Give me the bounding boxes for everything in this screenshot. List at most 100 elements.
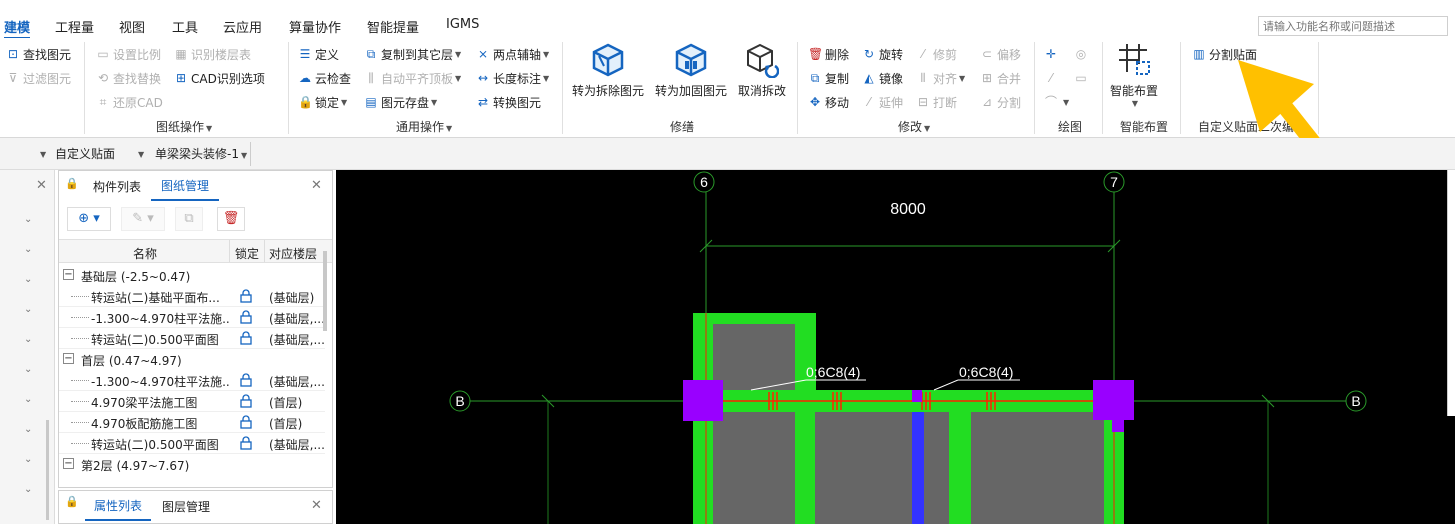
chevron-down-icon[interactable]: ⌄	[24, 394, 32, 405]
cloud-check-button[interactable]: ☁ 云检查	[298, 68, 351, 88]
lock-icon[interactable]	[239, 373, 255, 387]
column-left[interactable]	[683, 380, 723, 421]
set-scale-button[interactable]: ▭ 设置比例	[96, 44, 161, 64]
find-replace-button[interactable]: ⟲ 查找替换	[96, 68, 161, 88]
close-icon[interactable]: ✕	[311, 498, 322, 513]
tab-view[interactable]: 视图	[119, 17, 145, 37]
scrollbar[interactable]	[323, 251, 327, 331]
table-row[interactable]: 4.970梁平法施工图 (首层)	[59, 391, 325, 412]
rotate-button[interactable]: ↻ 旋转	[862, 44, 903, 64]
tree-group[interactable]: − 第2层 (4.97~7.67)	[59, 454, 325, 475]
split-button[interactable]: ⊿ 分割	[980, 92, 1021, 112]
identify-floor-table-button[interactable]: ▦ 识别楼层表	[174, 44, 251, 64]
tab-modeling[interactable]: 建模	[4, 17, 31, 40]
pin-icon[interactable]: 🔒	[65, 177, 79, 190]
copy-button[interactable]: ⧉ 复制	[808, 68, 849, 88]
trim-button[interactable]: ⁄ 修剪	[916, 44, 957, 64]
slab-middle[interactable]	[815, 412, 949, 524]
table-row[interactable]: 转运站(二)0.500平面图 (基础层,...	[59, 433, 325, 454]
rect-draw-button[interactable]: ▭	[1074, 68, 1091, 88]
move-button[interactable]: ✥ 移动	[808, 92, 849, 112]
lock-icon[interactable]	[239, 289, 255, 303]
merge-button[interactable]: ⊞ 合并	[980, 68, 1021, 88]
lock-icon[interactable]	[239, 331, 255, 345]
smart-layout-button[interactable]: 智能布置 ▼	[1110, 42, 1158, 108]
lock-icon[interactable]	[239, 415, 255, 429]
two-point-axis-button[interactable]: ⨯ 两点辅轴 ▼	[476, 44, 549, 64]
blue-beam[interactable]	[912, 412, 924, 524]
delete-drawing-button[interactable]: 🗑	[217, 207, 245, 231]
group-label-modify[interactable]: 修改 ▼	[898, 118, 930, 135]
close-icon[interactable]: ✕	[36, 178, 47, 193]
chevron-down-icon[interactable]: ▼	[40, 150, 46, 168]
arc-draw-button[interactable]: ⌒ ▼	[1044, 92, 1069, 112]
line-draw-button[interactable]: ⁄	[1044, 68, 1061, 88]
column-right[interactable]	[1093, 380, 1134, 420]
copy-drawing-button[interactable]: ⧉	[175, 207, 203, 231]
filter-element-button[interactable]: ⊽ 过滤图元	[6, 68, 71, 88]
slab-left-lower[interactable]	[713, 412, 795, 524]
group-label-drawing-ops[interactable]: 图纸操作 ▼	[156, 118, 212, 135]
slab-right[interactable]	[971, 412, 1104, 524]
cancel-demolish-button[interactable]: 取消拆改	[738, 42, 786, 99]
chevron-down-icon[interactable]: ▼	[138, 150, 144, 168]
table-row[interactable]: -1.300~4.970柱平法施... (基础层,...	[59, 307, 325, 328]
break-button[interactable]: ⊟ 打断	[916, 92, 957, 112]
cad-canvas[interactable]: 6 7 B B 8000 0;6C8(4) 0;6C8(4)	[336, 170, 1455, 524]
scrollbar[interactable]	[46, 420, 49, 520]
tab-cloud-app[interactable]: 云应用	[223, 17, 262, 37]
table-row[interactable]: -1.300~4.970柱平法施... (基础层,...	[59, 370, 325, 391]
chevron-down-icon[interactable]: ⌄	[24, 364, 32, 375]
table-row[interactable]: 转运站(二)基础平面布... (基础层)	[59, 286, 325, 307]
tab-quantity[interactable]: 工程量	[55, 17, 94, 37]
offset-button[interactable]: ⊂ 偏移	[980, 44, 1021, 64]
cad-drawing[interactable]: 6 7 B B 8000 0;6C8(4) 0;6C8(4)	[336, 170, 1455, 524]
collapse-icon[interactable]: −	[63, 353, 74, 364]
to-reinforce-button[interactable]: 转为加固图元	[655, 42, 727, 99]
find-element-button[interactable]: ⊡ 查找图元	[6, 44, 71, 64]
tab-smart-extract[interactable]: 智能提量	[367, 17, 419, 37]
pin-icon[interactable]: 🔒	[65, 495, 79, 508]
auto-align-slab-button[interactable]: ⫼ 自动平齐顶板 ▼	[364, 68, 461, 88]
tab-igms[interactable]: IGMS	[446, 17, 479, 37]
element-save-button[interactable]: ▤ 图元存盘 ▼	[364, 92, 437, 112]
group-label-common-ops[interactable]: 通用操作 ▼	[396, 118, 452, 135]
to-demolish-button[interactable]: 转为拆除图元	[572, 42, 644, 99]
beam-vertical-2[interactable]	[949, 412, 971, 524]
define-button[interactable]: ☰ 定义	[298, 44, 339, 64]
point-draw-button[interactable]: ✛	[1044, 44, 1061, 64]
beam-vertical-1[interactable]	[795, 412, 815, 524]
extend-button[interactable]: ⁄ 延伸	[862, 92, 903, 112]
collapse-icon[interactable]: −	[63, 269, 74, 280]
chevron-down-icon[interactable]: ⌄	[24, 454, 32, 465]
chevron-down-icon[interactable]: ⌄	[24, 244, 32, 255]
purple-marker[interactable]	[912, 390, 922, 402]
element-name-dropdown[interactable]: 单梁梁头装修-1 ▼	[155, 145, 247, 163]
lock-icon[interactable]	[239, 310, 255, 324]
tab-component-list[interactable]: 构件列表	[85, 171, 149, 201]
chevron-down-icon[interactable]: ⌄	[24, 214, 32, 225]
lock-button[interactable]: 🔒 锁定 ▼	[298, 92, 347, 112]
mirror-button[interactable]: ◭ 镜像	[862, 68, 903, 88]
column-right-tab[interactable]	[1112, 420, 1124, 432]
element-type-dropdown[interactable]: 自定义贴面	[55, 145, 115, 163]
tab-tools[interactable]: 工具	[172, 17, 198, 37]
copy-to-other-floor-button[interactable]: ⧉ 复制到其它层 ▼	[364, 44, 461, 64]
align-button[interactable]: ⫴ 对齐 ▼	[916, 68, 965, 88]
close-icon[interactable]: ✕	[311, 178, 322, 193]
restore-cad-button[interactable]: ⌗ 还原CAD	[96, 92, 163, 112]
circle-draw-button[interactable]: ◎	[1074, 44, 1091, 64]
chevron-down-icon[interactable]: ⌄	[24, 334, 32, 345]
chevron-down-icon[interactable]: ⌄	[24, 304, 32, 315]
cad-identify-options-button[interactable]: ⊞ CAD识别选项	[174, 68, 265, 88]
lock-icon[interactable]	[239, 394, 255, 408]
chevron-down-icon[interactable]: ⌄	[24, 274, 32, 285]
lock-icon[interactable]	[239, 436, 255, 450]
chevron-down-icon[interactable]: ⌄	[24, 484, 32, 495]
table-row[interactable]: 转运站(二)0.500平面图 (基础层,...	[59, 328, 325, 349]
tab-collaboration[interactable]: 算量协作	[289, 17, 341, 37]
tab-property-list[interactable]: 属性列表	[85, 491, 151, 521]
tab-drawing-management[interactable]: 图纸管理	[151, 171, 219, 201]
table-row[interactable]: 4.970板配筋施工图 (首层)	[59, 412, 325, 433]
length-dimension-button[interactable]: ↔ 长度标注 ▼	[476, 68, 549, 88]
